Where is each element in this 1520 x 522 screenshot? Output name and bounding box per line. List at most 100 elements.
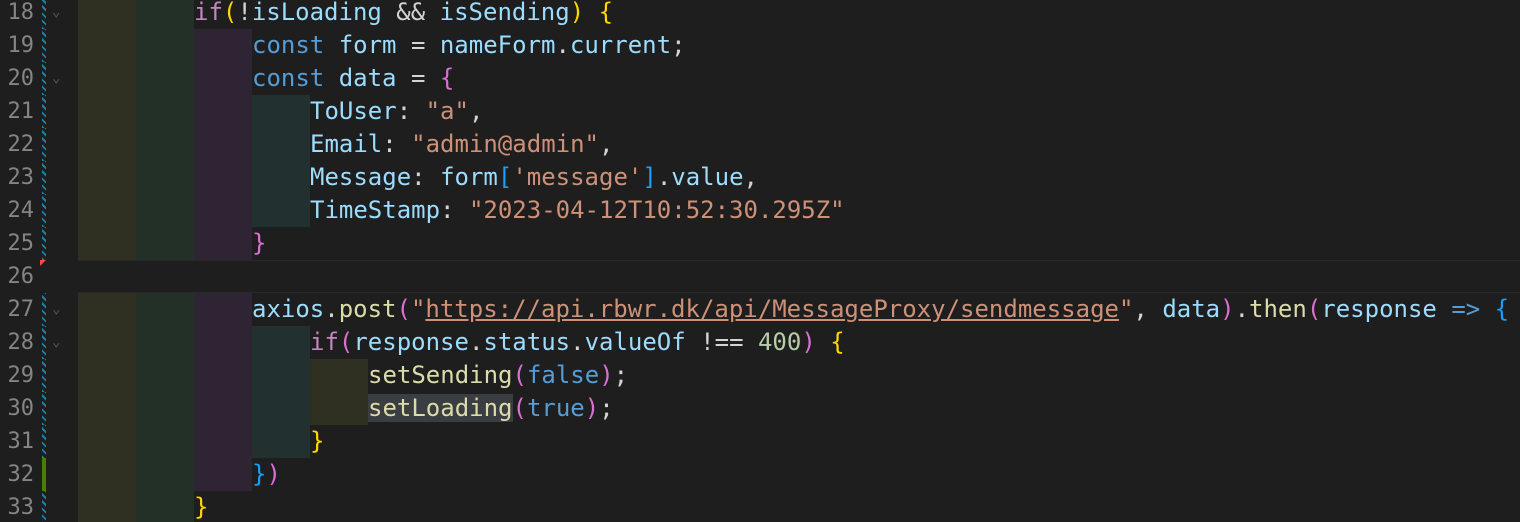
code-text: ToUser: "a", bbox=[310, 97, 484, 125]
code-text: if(response.status.valueOf !== 400) { bbox=[310, 328, 845, 356]
indent-guide bbox=[194, 227, 252, 260]
url-link[interactable]: https://api.rbwr.dk/api/MessageProxy/sen… bbox=[425, 295, 1119, 323]
line-number: 26 bbox=[7, 264, 35, 289]
code-text: TimeStamp: "2023-04-12T10:52:30.295Z" bbox=[310, 196, 845, 224]
line-number: 30 bbox=[7, 396, 35, 421]
indent-guide bbox=[194, 128, 252, 161]
line-number: 29 bbox=[7, 363, 35, 388]
line-number: 31 bbox=[7, 429, 35, 454]
indent-guide bbox=[136, 491, 194, 522]
modified-gutter-marker[interactable] bbox=[42, 128, 46, 161]
indent-guide bbox=[78, 359, 136, 392]
line-number: 32 bbox=[7, 462, 35, 487]
indent-guide bbox=[194, 359, 252, 392]
indent-guide bbox=[78, 326, 136, 359]
modified-gutter-marker[interactable] bbox=[42, 227, 46, 260]
line-number: 22 bbox=[7, 132, 35, 157]
deleted-lines-marker[interactable] bbox=[40, 260, 46, 266]
code-line[interactable]: 18 ⌄ if(!isLoading && isSending) { bbox=[0, 0, 1520, 29]
modified-gutter-marker[interactable] bbox=[42, 161, 46, 194]
indent-guide bbox=[252, 161, 310, 194]
indent-guide bbox=[78, 161, 136, 194]
fold-chevron-icon[interactable]: ⌄ bbox=[52, 326, 60, 359]
indent-guide bbox=[78, 491, 136, 522]
line-number: 24 bbox=[7, 198, 35, 223]
code-line[interactable]: 31 } bbox=[0, 425, 1520, 458]
code-line[interactable]: 29 setSending(false); bbox=[0, 359, 1520, 392]
indent-guide bbox=[194, 62, 252, 95]
code-text: } bbox=[252, 229, 267, 257]
indent-guide bbox=[136, 359, 194, 392]
indent-guide bbox=[194, 458, 252, 491]
indent-guide bbox=[194, 392, 252, 425]
code-line[interactable]: 33 } bbox=[0, 491, 1520, 522]
modified-gutter-marker[interactable] bbox=[42, 491, 46, 522]
indent-guide bbox=[136, 227, 194, 260]
indent-guide bbox=[136, 62, 194, 95]
code-line[interactable]: 21 ToUser: "a", bbox=[0, 95, 1520, 128]
code-text: }) bbox=[252, 460, 281, 488]
modified-gutter-marker[interactable] bbox=[42, 326, 46, 359]
fold-chevron-icon[interactable]: ⌄ bbox=[52, 0, 60, 29]
added-gutter-marker[interactable] bbox=[42, 458, 46, 491]
indent-guide bbox=[136, 425, 194, 458]
indent-guide bbox=[136, 293, 194, 326]
indent-guide bbox=[136, 0, 194, 29]
modified-gutter-marker[interactable] bbox=[42, 425, 46, 458]
modified-gutter-marker[interactable] bbox=[42, 0, 46, 29]
indent-guide bbox=[136, 161, 194, 194]
indent-guide bbox=[136, 392, 194, 425]
code-line[interactable]: 30 setLoading(true); bbox=[0, 392, 1520, 425]
indent-guide bbox=[194, 194, 252, 227]
indent-guide bbox=[252, 392, 310, 425]
modified-gutter-marker[interactable] bbox=[42, 62, 46, 95]
modified-gutter-marker[interactable] bbox=[42, 359, 46, 392]
indent-guide bbox=[252, 425, 310, 458]
code-text: if(!isLoading && isSending) { bbox=[194, 0, 614, 26]
modified-gutter-marker[interactable] bbox=[42, 194, 46, 227]
code-line[interactable]: 32 }) bbox=[0, 458, 1520, 491]
line-number: 23 bbox=[7, 165, 35, 190]
indent-guide bbox=[252, 194, 310, 227]
code-line[interactable]: 20 ⌄ const data = { bbox=[0, 62, 1520, 95]
code-text: const form = nameForm.current; bbox=[252, 31, 686, 59]
indent-guide bbox=[136, 326, 194, 359]
line-number: 18 bbox=[7, 0, 35, 25]
code-line[interactable]: 28 ⌄ if(response.status.valueOf !== 400)… bbox=[0, 326, 1520, 359]
code-text: setLoading(true); bbox=[368, 394, 614, 422]
fold-chevron-icon[interactable]: ⌄ bbox=[52, 62, 60, 95]
indent-guide bbox=[78, 194, 136, 227]
code-line[interactable]: 23 Message: form['message'].value, bbox=[0, 161, 1520, 194]
indent-guide bbox=[78, 29, 136, 62]
indent-guide bbox=[252, 359, 310, 392]
code-editor[interactable]: 18 ⌄ if(!isLoading && isSending) { 19 co… bbox=[0, 0, 1520, 522]
code-line[interactable]: 25 } bbox=[0, 227, 1520, 260]
line-number: 28 bbox=[7, 330, 35, 355]
code-line[interactable]: 27 ⌄ axios.post("https://api.rbwr.dk/api… bbox=[0, 293, 1520, 326]
modified-gutter-marker[interactable] bbox=[42, 293, 46, 326]
modified-gutter-marker[interactable] bbox=[42, 95, 46, 128]
fold-chevron-icon[interactable]: ⌄ bbox=[52, 293, 60, 326]
indent-guide bbox=[78, 128, 136, 161]
modified-gutter-marker[interactable] bbox=[42, 392, 46, 425]
code-line[interactable]: 24 TimeStamp: "2023-04-12T10:52:30.295Z" bbox=[0, 194, 1520, 227]
modified-gutter-marker[interactable] bbox=[42, 29, 46, 62]
indent-guide bbox=[252, 326, 310, 359]
indent-guide bbox=[78, 458, 136, 491]
code-text: setSending(false); bbox=[368, 361, 629, 389]
line-number: 21 bbox=[7, 99, 35, 124]
code-line[interactable]: 19 const form = nameForm.current; bbox=[0, 29, 1520, 62]
indent-guide bbox=[78, 0, 136, 29]
line-number: 25 bbox=[7, 231, 35, 256]
line-number: 33 bbox=[7, 495, 35, 520]
line-number: 20 bbox=[7, 66, 35, 91]
indent-guide bbox=[78, 293, 136, 326]
code-text: axios.post("https://api.rbwr.dk/api/Mess… bbox=[252, 295, 1510, 323]
indent-guide bbox=[78, 95, 136, 128]
code-line[interactable]: 26 bbox=[0, 260, 1520, 293]
code-line[interactable]: 22 Email: "admin@admin", bbox=[0, 128, 1520, 161]
line-number: 27 bbox=[7, 297, 35, 322]
current-line-highlight bbox=[78, 260, 1520, 293]
indent-guide bbox=[194, 161, 252, 194]
indent-guide bbox=[78, 392, 136, 425]
